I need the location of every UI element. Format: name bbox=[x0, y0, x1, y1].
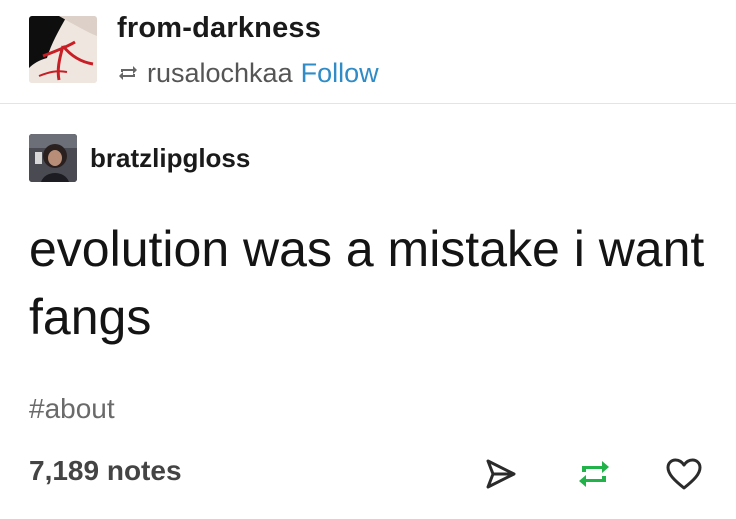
post-tag[interactable]: #about bbox=[29, 393, 115, 425]
blog-name[interactable]: from-darkness bbox=[117, 12, 321, 45]
reblog-button[interactable] bbox=[574, 454, 614, 494]
notes-count[interactable]: 7,189 notes bbox=[29, 455, 182, 487]
post-text: evolution was a mistake i want fangs bbox=[29, 221, 705, 345]
like-button[interactable] bbox=[664, 454, 704, 494]
blog-avatar[interactable] bbox=[29, 16, 97, 83]
post-author: bratzlipgloss bbox=[29, 133, 250, 183]
reblog-attribution: rusalochkaa Follow bbox=[117, 56, 379, 90]
post-header: from-darkness rusalochkaa Follow bbox=[0, 0, 736, 104]
heart-icon bbox=[666, 458, 702, 490]
reblog-icon bbox=[579, 461, 609, 487]
follow-button[interactable]: Follow bbox=[301, 58, 379, 89]
share-button[interactable] bbox=[481, 454, 521, 494]
author-name[interactable]: bratzlipgloss bbox=[90, 143, 250, 174]
share-icon bbox=[486, 459, 516, 489]
reblog-small-icon bbox=[117, 62, 139, 84]
reblog-source[interactable]: rusalochkaa bbox=[147, 58, 293, 89]
author-avatar[interactable] bbox=[29, 134, 77, 182]
